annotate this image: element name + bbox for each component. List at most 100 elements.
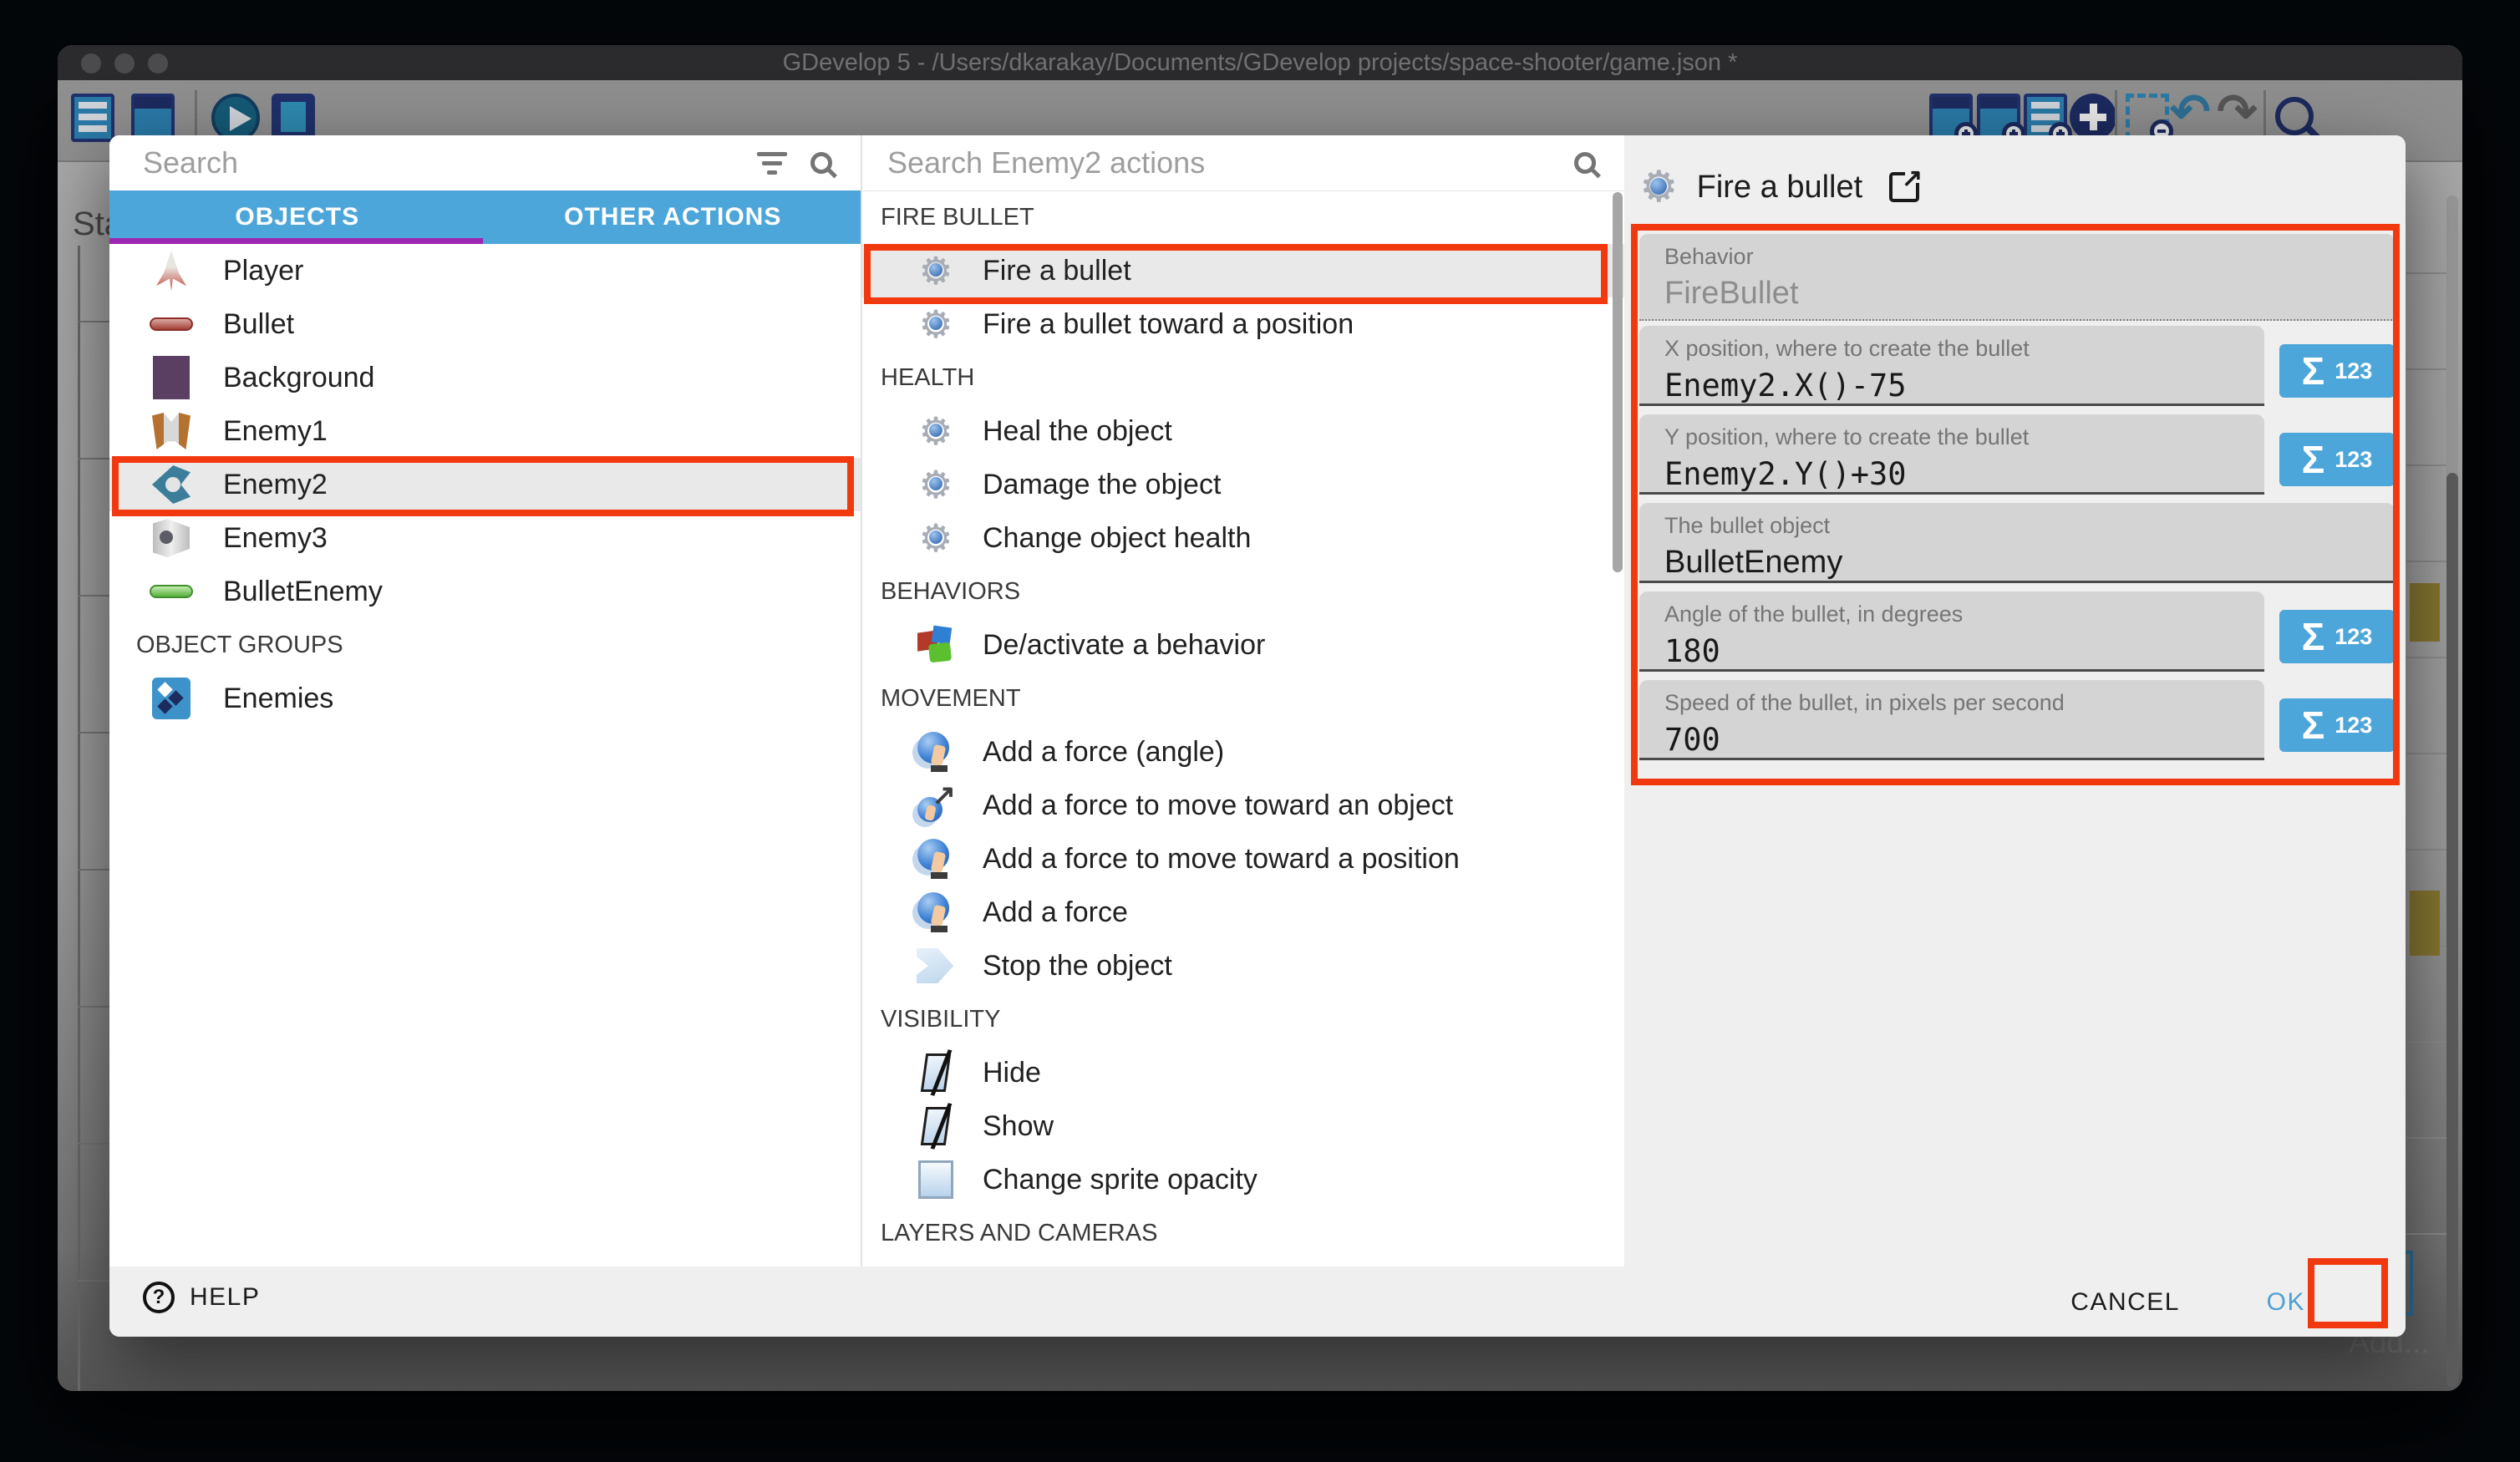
actions-scrollbar-thumb[interactable] [1613, 192, 1623, 572]
redo-icon[interactable]: ↷ [2217, 89, 2258, 135]
x-position-field[interactable]: X position, where to create the bullet E… [1639, 326, 2264, 406]
force-ball-icon [912, 732, 959, 772]
y-position-value[interactable]: Enemy2.Y()+30 [1664, 456, 2264, 492]
object-group-icon [148, 678, 195, 719]
tab-other-actions[interactable]: OTHER ACTIONS [485, 190, 861, 244]
event-tree-line [78, 246, 80, 1391]
objects-search-row [109, 135, 861, 191]
action-row-force-toward-position[interactable]: Add a force to move toward a position [862, 832, 1624, 886]
objects-column: OBJECTS OTHER ACTIONS Player Bullet Back… [109, 135, 861, 1267]
screenshot-root: GDevelop 5 - /Users/dkarakay/Documents/G… [0, 0, 2520, 1462]
add-circle-icon[interactable] [2070, 94, 2116, 140]
action-row-change-opacity[interactable]: Change sprite opacity [862, 1153, 1624, 1206]
action-row-deactivate-behavior[interactable]: De/activate a behavior [862, 618, 1624, 672]
gear-icon [912, 412, 959, 450]
y-position-field[interactable]: Y position, where to create the bullet E… [1639, 414, 2264, 495]
object-row-bullet[interactable]: Bullet [109, 297, 861, 351]
section-visibility: VISIBILITY [862, 992, 1624, 1046]
speed-expression-builder-button[interactable]: Σ123 [2279, 698, 2395, 752]
x-expression-builder-button[interactable]: Σ123 [2279, 344, 2395, 398]
tab-objects[interactable]: OBJECTS [109, 190, 485, 244]
object-groups-header: OBJECT GROUPS [109, 618, 861, 672]
angle-value[interactable]: 180 [1664, 633, 2264, 669]
traffic-lights [81, 53, 168, 74]
force-ball-icon [912, 892, 959, 932]
object-row-enemy2-selected[interactable]: Enemy2 [109, 458, 861, 511]
gear-icon [912, 519, 959, 557]
gear-icon [912, 251, 959, 290]
action-row-fire-toward-position[interactable]: Fire a bullet toward a position [862, 297, 1624, 351]
enemy3-sprite-icon [148, 519, 195, 557]
action-row-show[interactable]: Show [862, 1099, 1624, 1153]
bullet-object-field[interactable]: The bullet object BulletEnemy [1639, 503, 2395, 583]
filter-icon[interactable] [755, 152, 789, 175]
enemy2-sprite-icon [148, 465, 195, 504]
speed-value[interactable]: 700 [1664, 722, 2264, 758]
action-row-change-health[interactable]: Change object health [862, 511, 1624, 565]
object-row-player[interactable]: Player [109, 244, 861, 297]
objects-search-input[interactable] [109, 145, 755, 180]
hide-pane-icon [912, 1053, 959, 1092]
object-row-enemy1[interactable]: Enemy1 [109, 404, 861, 458]
player-sprite-icon [148, 251, 195, 291]
open-help-external-icon[interactable] [1889, 172, 1919, 202]
action-row-stop-object[interactable]: Stop the object [862, 939, 1624, 992]
project-manager-icon[interactable] [71, 94, 114, 142]
action-row-add-force[interactable]: Add a force [862, 886, 1624, 939]
action-editor-dialog: OBJECTS OTHER ACTIONS Player Bullet Back… [109, 135, 2406, 1337]
actions-list: FIRE BULLET Fire a bullet Fire a bullet … [862, 190, 1624, 1267]
force-ball-arrow-icon: ↗ [912, 785, 959, 825]
enemy1-sprite-icon [148, 413, 195, 449]
event-action-block [2410, 891, 2440, 956]
object-row-bulletenemy[interactable]: BulletEnemy [109, 565, 861, 618]
x-position-value[interactable]: Enemy2.X()-75 [1664, 368, 2264, 404]
actions-search-row [862, 135, 1624, 191]
object-row-enemy3[interactable]: Enemy3 [109, 511, 861, 565]
action-row-fire-a-bullet-selected[interactable]: Fire a bullet [862, 244, 1624, 297]
behavior-field: Behavior FireBullet [1639, 234, 2395, 321]
behavior-value: FireBullet [1664, 276, 2395, 312]
object-row-background[interactable]: Background [109, 351, 861, 404]
angle-field[interactable]: Angle of the bullet, in degrees 180 [1639, 591, 2264, 672]
section-behaviors: BEHAVIORS [862, 565, 1624, 618]
action-header: Fire a bullet [1639, 165, 1919, 209]
stop-chevron-icon [912, 948, 959, 983]
close-button[interactable] [81, 53, 101, 74]
debug-icon[interactable] [272, 94, 315, 140]
force-ball-icon [912, 839, 959, 879]
help-button[interactable]: ? HELP [143, 1282, 260, 1313]
section-layers-cameras: LAYERS AND CAMERAS [862, 1206, 1624, 1260]
section-health: HEALTH [862, 351, 1624, 404]
actions-column: FIRE BULLET Fire a bullet Fire a bullet … [861, 135, 1624, 1267]
ok-button[interactable]: OK [2267, 1288, 2305, 1317]
action-row-hide[interactable]: Hide [862, 1046, 1624, 1099]
delete-selection-icon[interactable] [2126, 94, 2169, 140]
event-action-block [2410, 583, 2440, 642]
undo-icon[interactable]: ↶ [2170, 89, 2211, 135]
events-scrollbar-thumb[interactable] [2446, 473, 2458, 1388]
action-title: Fire a bullet [1697, 170, 1863, 206]
parameters-panel: Fire a bullet Behavior FireBullet X posi… [1624, 135, 2406, 1337]
actions-search-input[interactable] [862, 145, 1574, 180]
opacity-square-icon [912, 1160, 959, 1199]
section-fire-bullet: FIRE BULLET [862, 190, 1624, 244]
section-movement: MOVEMENT [862, 672, 1624, 725]
minimize-button[interactable] [114, 53, 135, 74]
window-title: GDevelop 5 - /Users/dkarakay/Documents/G… [783, 49, 1738, 77]
angle-expression-builder-button[interactable]: Σ123 [2279, 610, 2395, 663]
object-row-enemies-group[interactable]: Enemies [109, 672, 861, 725]
y-expression-builder-button[interactable]: Σ123 [2279, 433, 2395, 486]
action-row-add-force-angle[interactable]: Add a force (angle) [862, 725, 1624, 779]
cancel-button[interactable]: CANCEL [2070, 1288, 2180, 1317]
gear-icon [1639, 165, 1679, 209]
dialog-footer: ? HELP CANCEL OK [109, 1267, 2406, 1337]
action-row-force-toward-object[interactable]: ↗ Add a force to move toward an object [862, 779, 1624, 832]
action-row-heal-object[interactable]: Heal the object [862, 404, 1624, 458]
objects-tabbar: OBJECTS OTHER ACTIONS [109, 190, 861, 244]
search-events-icon[interactable] [2275, 97, 2314, 140]
bullet-object-value[interactable]: BulletEnemy [1664, 545, 2395, 581]
speed-field[interactable]: Speed of the bullet, in pixels per secon… [1639, 680, 2264, 760]
zoom-button[interactable] [148, 53, 168, 74]
action-row-damage-object[interactable]: Damage the object [862, 458, 1624, 511]
show-pane-icon [912, 1107, 959, 1145]
